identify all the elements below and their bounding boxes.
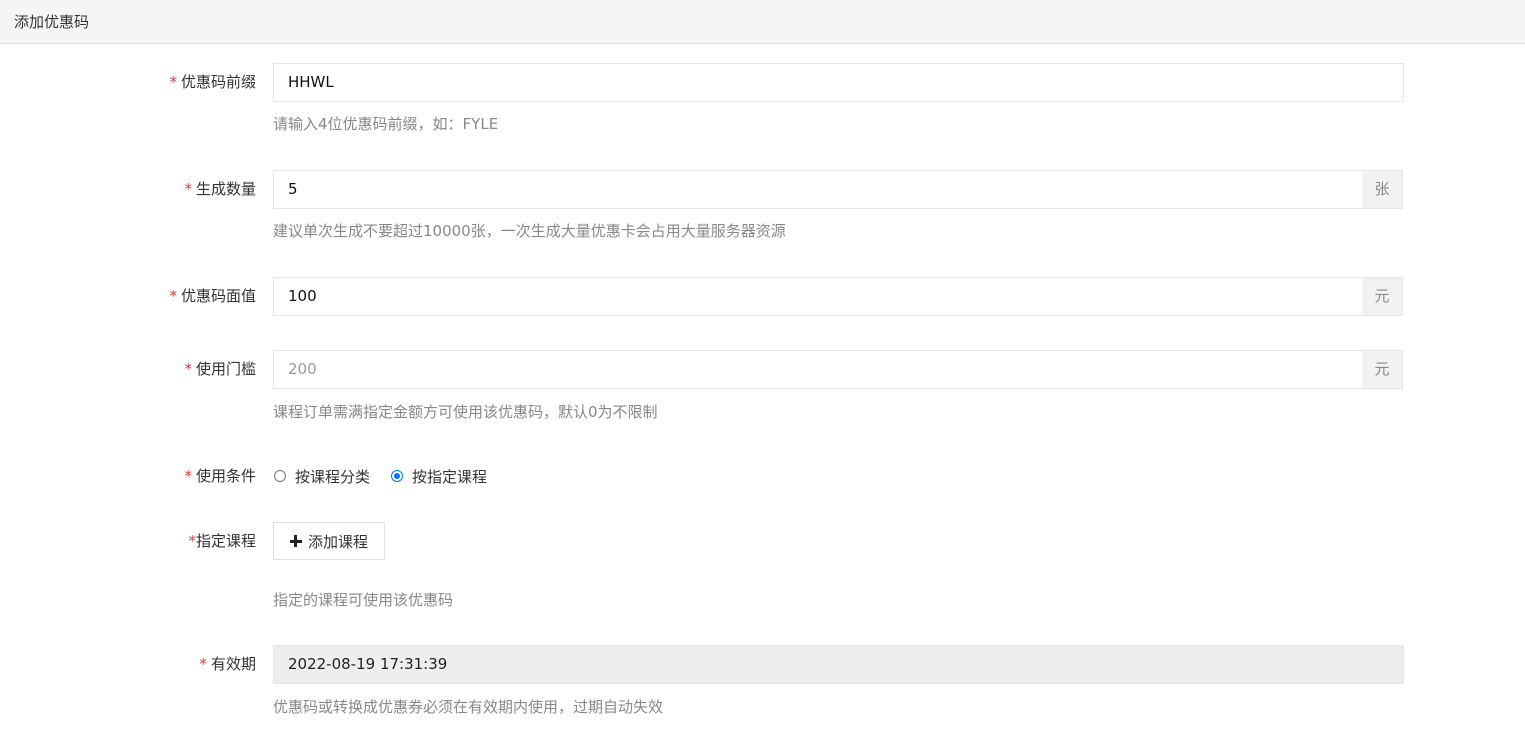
required-mark: *	[184, 467, 192, 485]
quantity-label: * 生成数量	[56, 179, 256, 199]
prefix-label-text: 优惠码前缀	[180, 73, 256, 91]
quantity-unit: 张	[1362, 170, 1403, 209]
courses-label-text: 指定课程	[195, 532, 256, 550]
validity-hint: 优惠码或转换成优惠券必须在有效期内使用，过期自动失效	[273, 698, 664, 716]
plus-icon	[289, 535, 302, 547]
face-value-label-text: 优惠码面值	[180, 287, 256, 305]
add-course-button[interactable]: 添加课程	[273, 522, 385, 560]
condition-label: * 使用条件	[56, 466, 256, 486]
quantity-label-text: 生成数量	[195, 180, 256, 198]
page-title: 添加优惠码	[14, 13, 90, 31]
condition-label-text: 使用条件	[195, 467, 256, 485]
validity-input[interactable]: 2022-08-19 17:31:39	[273, 645, 1404, 684]
condition-option-course-label: 按指定课程	[412, 467, 488, 486]
add-course-button-label: 添加课程	[307, 532, 368, 551]
required-mark: *	[188, 532, 196, 550]
courses-label: *指定课程	[56, 531, 256, 551]
required-mark: *	[169, 73, 177, 91]
threshold-label-text: 使用门槛	[195, 360, 256, 378]
radio-unchecked[interactable]	[274, 470, 286, 482]
required-mark: *	[169, 287, 177, 305]
condition-option-category-label: 按课程分类	[295, 467, 371, 486]
page-header: 添加优惠码	[0, 0, 1525, 44]
prefix-hint: 请输入4位优惠码前缀，如：FYLE	[273, 115, 499, 133]
radio-checked[interactable]	[391, 470, 404, 482]
face-value-unit: 元	[1362, 277, 1403, 316]
face-value-label: * 优惠码面值	[56, 286, 256, 306]
courses-hint: 指定的课程可使用该优惠码	[273, 591, 454, 609]
condition-radio-group: 按课程分类 按指定课程	[273, 466, 507, 486]
quantity-hint: 建议单次生成不要超过10000张，一次生成大量优惠卡会占用大量服务器资源	[273, 222, 786, 240]
quantity-input[interactable]: 5	[273, 170, 1363, 209]
required-mark: *	[184, 180, 192, 198]
prefix-label: * 优惠码前缀	[56, 72, 256, 92]
threshold-hint: 课程订单需满指定金额方可使用该优惠码，默认0为不限制	[273, 403, 658, 421]
prefix-input[interactable]: HHWL	[273, 63, 1404, 102]
condition-option-category[interactable]: 按课程分类	[273, 466, 370, 487]
face-value-input[interactable]: 100	[273, 277, 1363, 316]
required-mark: *	[199, 655, 207, 673]
validity-label: * 有效期	[56, 654, 256, 674]
threshold-input[interactable]: 200	[273, 350, 1363, 389]
required-mark: *	[184, 360, 192, 378]
threshold-label: * 使用门槛	[56, 359, 256, 379]
threshold-unit: 元	[1362, 350, 1403, 389]
validity-label-text: 有效期	[210, 655, 256, 673]
condition-option-course[interactable]: 按指定课程	[390, 466, 487, 487]
